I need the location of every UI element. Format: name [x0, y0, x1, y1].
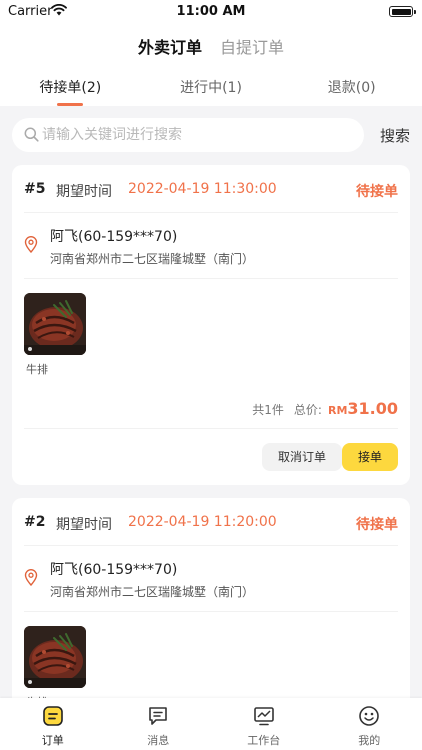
tab-in-progress[interactable]: 进行中(1): [141, 76, 282, 106]
food-image: [24, 626, 86, 688]
total-label: 总价:: [293, 403, 322, 417]
customer-name: 阿飞(60-159***70): [50, 229, 178, 245]
expected-time-value: 2022-04-19 11:30:00: [128, 181, 277, 197]
customer-address-block: 阿飞(60-159***70) 河南省郑州市二七区瑞隆城墅（南门）: [24, 546, 398, 612]
customer-address-block: 阿飞(60-159***70) 河南省郑州市二七区瑞隆城墅（南门）: [24, 213, 398, 279]
profile-icon: [359, 706, 380, 726]
tabbar-label: 我的: [358, 734, 381, 747]
order-card[interactable]: #5 期望时间 2022-04-19 11:30:00 待接单 阿飞(60-15…: [12, 165, 410, 485]
status-bar: Carrier 11:00 AM: [0, 0, 422, 24]
workbench-icon: [253, 707, 274, 726]
tab-pending-label: 待接单(2): [39, 80, 102, 96]
item-count: 共1件: [252, 403, 284, 417]
tabbar-item-orders[interactable]: 订单: [0, 698, 106, 750]
tabbar-label: 工作台: [247, 734, 281, 747]
order-icon: [42, 706, 63, 726]
location-pin-icon: [24, 569, 38, 586]
order-number: #5: [24, 181, 46, 197]
order-type-tabs: 外卖订单 自提订单: [0, 34, 422, 58]
order-summary: 共1件 总价: RM31.00: [252, 399, 398, 418]
tabbar-item-profile[interactable]: 我的: [317, 698, 422, 750]
food-item-name: 牛排: [26, 363, 48, 376]
tab-pending[interactable]: 待接单(2): [0, 76, 141, 106]
order-status-badge: 待接单: [356, 517, 398, 533]
tab-delivery-orders[interactable]: 外卖订单: [129, 34, 211, 58]
order-number: #2: [24, 514, 46, 530]
clock: 11:00 AM: [176, 4, 246, 19]
battery-icon: [389, 6, 416, 17]
customer-address: 河南省郑州市二七区瑞隆城墅（南门）: [50, 585, 255, 599]
cancel-order-button[interactable]: 取消订单: [262, 443, 342, 471]
expected-time-value: 2022-04-19 11:20:00: [128, 514, 277, 530]
accept-order-button[interactable]: 接单: [342, 443, 398, 471]
tabbar-label: 订单: [41, 734, 64, 747]
tab-in-progress-label: 进行中(1): [180, 80, 242, 96]
tabbar-item-workbench[interactable]: 工作台: [211, 698, 317, 750]
tab-refund-label: 退款(0): [327, 80, 376, 96]
order-status-badge: 待接单: [356, 184, 398, 200]
tabbar-label: 消息: [147, 734, 170, 747]
order-card[interactable]: #2 期望时间 2022-04-19 11:20:00 待接单 阿飞(60-15…: [12, 498, 410, 728]
order-actions: 取消订单 接单: [24, 428, 398, 485]
search-row: 搜索: [12, 118, 410, 152]
bottom-tab-bar: 订单 消息 工作台 我的: [0, 698, 422, 750]
customer-address: 河南省郑州市二七区瑞隆城墅（南门）: [50, 252, 255, 266]
tab-refund[interactable]: 退款(0): [281, 76, 422, 106]
location-pin-icon: [24, 236, 38, 253]
order-status-tabs: 待接单(2) 进行中(1) 退款(0): [0, 76, 422, 106]
food-image: [24, 293, 86, 355]
order-card-header: #5 期望时间 2022-04-19 11:30:00 待接单: [24, 165, 398, 213]
message-icon: [149, 707, 168, 725]
search-button[interactable]: 搜索: [380, 125, 410, 146]
expected-time-label: 期望时间: [56, 184, 112, 200]
tabbar-item-messages[interactable]: 消息: [106, 698, 212, 750]
search-box: [12, 118, 364, 152]
total-amount: 31.00: [347, 399, 398, 418]
customer-name: 阿飞(60-159***70): [50, 562, 178, 578]
search-input[interactable]: [42, 118, 352, 152]
active-tab-indicator: [57, 103, 84, 106]
search-icon: [24, 127, 39, 142]
expected-time-label: 期望时间: [56, 517, 112, 533]
currency-label: RM: [327, 404, 348, 417]
header: 外卖订单 自提订单 待接单(2) 进行中(1) 退款(0): [0, 24, 422, 106]
tab-pickup-orders[interactable]: 自提订单: [211, 34, 293, 58]
order-card-header: #2 期望时间 2022-04-19 11:20:00 待接单: [24, 498, 398, 546]
